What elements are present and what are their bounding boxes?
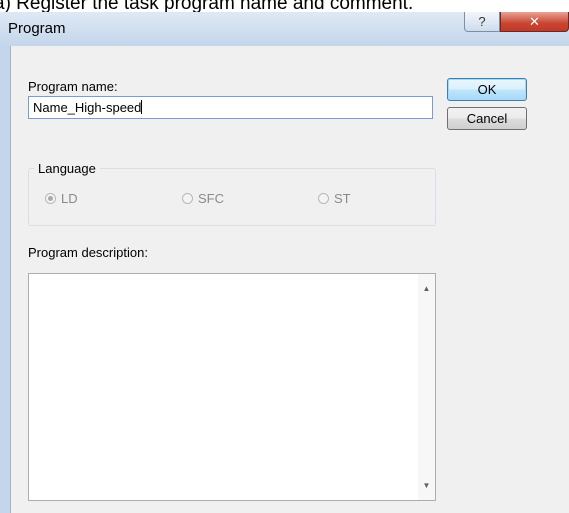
dialog-body: Program name: Name_High-speed OK Cancel … [10,46,569,513]
radio-ld-label: LD [61,191,78,206]
language-group-label: Language [34,161,100,176]
radio-sfc-label: SFC [198,191,224,206]
program-description-input[interactable]: ▲ ▼ [28,273,436,501]
language-group [28,168,436,226]
help-button[interactable]: ? [464,12,500,32]
radio-sfc-indicator [182,193,193,204]
program-name-label: Program name: [28,79,118,94]
scroll-up-icon[interactable]: ▲ [418,280,435,297]
program-description-label: Program description: [28,245,148,260]
radio-st[interactable]: ST [318,191,351,206]
radio-ld-indicator [45,193,56,204]
program-dialog: Program ? ✕ Program name: Name_High-spee… [0,12,569,513]
close-icon: ✕ [529,14,540,29]
ok-button[interactable]: OK [447,78,527,101]
text-cursor [141,100,143,114]
title-bar[interactable]: Program ? ✕ [0,12,569,46]
dialog-title: Program [8,20,66,37]
radio-ld[interactable]: LD [45,191,78,206]
description-scrollbar[interactable]: ▲ ▼ [418,274,435,500]
scroll-down-icon[interactable]: ▼ [418,477,435,494]
close-button[interactable]: ✕ [500,12,569,32]
cancel-button[interactable]: Cancel [447,107,527,130]
radio-st-indicator [318,193,329,204]
radio-sfc[interactable]: SFC [182,191,224,206]
radio-st-label: ST [334,191,351,206]
program-name-input[interactable]: Name_High-speed [28,96,433,119]
help-icon: ? [478,14,486,29]
program-name-value: Name_High-speed [33,100,142,115]
